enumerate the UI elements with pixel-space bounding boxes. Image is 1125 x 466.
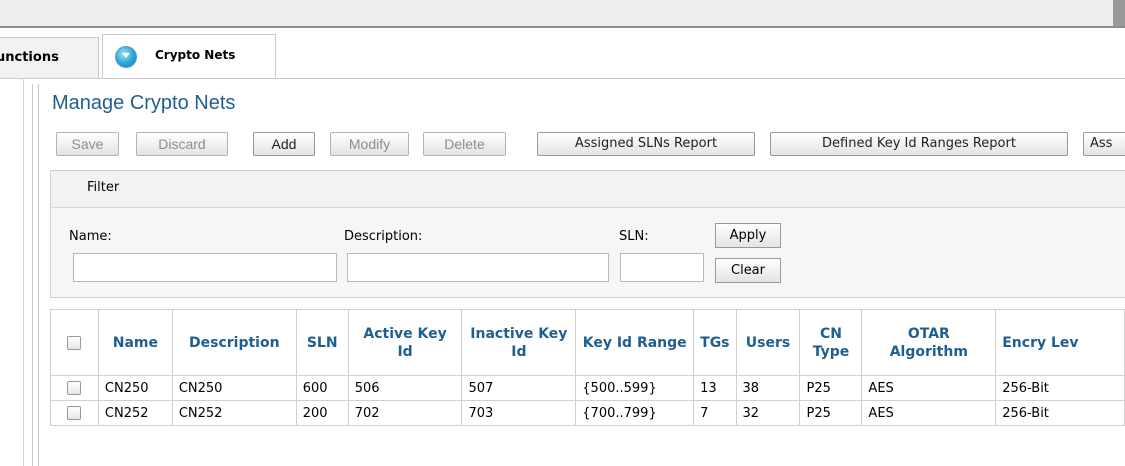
table-cell: CN250 (97, 375, 173, 401)
table-header-row: Name Description SLN Active Key Id Inact… (50, 309, 1125, 376)
column-header[interactable]: TGs (693, 309, 737, 376)
delete-button[interactable]: Delete (423, 132, 506, 156)
tab-crypto-nets[interactable]: Crypto Nets (102, 34, 276, 78)
table-cell: 256-Bit (995, 400, 1125, 426)
row-checkbox[interactable] (67, 406, 82, 420)
table-cell: 32 (735, 400, 801, 426)
table-cell: 13 (693, 375, 737, 401)
row-checkbox[interactable] (67, 381, 82, 395)
save-button[interactable]: Save (56, 132, 119, 156)
table-cell: 702 (347, 400, 463, 426)
assigned-report-button[interactable]: Ass (1083, 132, 1125, 156)
filter-title: Filter (87, 180, 120, 195)
table-cell: {700..799} (575, 400, 695, 426)
column-header[interactable]: Key Id Range (575, 309, 695, 376)
column-header[interactable]: SLN (295, 309, 349, 376)
table-cell: 507 (461, 375, 577, 401)
left-divider (23, 78, 24, 466)
table-cell: 600 (295, 375, 349, 401)
column-header[interactable]: Inactive Key Id (461, 309, 577, 376)
column-header[interactable]: Description (171, 309, 297, 376)
table-cell: 256-Bit (995, 375, 1125, 401)
column-header[interactable]: Users (735, 309, 801, 376)
table-cell: {500..599} (575, 375, 695, 401)
page-title: Manage Crypto Nets (52, 92, 236, 114)
defined-key-id-ranges-report-button[interactable]: Defined Key Id Ranges Report (770, 132, 1068, 156)
column-header[interactable]: Encry Lev (995, 309, 1125, 376)
table-cell: 506 (347, 375, 463, 401)
table-cell: 7 (693, 400, 737, 426)
add-button[interactable]: Add (253, 132, 315, 156)
crypto-nets-table: Name Description SLN Active Key Id Inact… (50, 309, 1125, 426)
table-cell: AES (861, 400, 997, 426)
chevron-down-circle-icon (115, 46, 137, 68)
table-cell: CN252 (97, 400, 173, 426)
table-cell: 703 (461, 400, 577, 426)
name-input[interactable] (73, 253, 337, 282)
table-cell: CN252 (171, 400, 297, 426)
window-top-bar (0, 0, 1125, 28)
discard-button[interactable]: Discard (136, 132, 228, 156)
tab-functions-label: unctions (0, 50, 59, 65)
description-input[interactable] (347, 253, 609, 282)
table-cell: P25 (799, 400, 863, 426)
row-checkbox-cell (50, 400, 99, 426)
table-cell: AES (861, 375, 997, 401)
select-all-checkbox-cell (50, 309, 99, 376)
left-divider (38, 84, 39, 466)
table-cell: P25 (799, 375, 863, 401)
column-header[interactable]: Name (97, 309, 173, 376)
sln-label: SLN: (619, 229, 649, 244)
table-row[interactable]: CN252 CN252 200 702 703 {700..799} 7 32 … (50, 400, 1125, 426)
scrollbar-corner (1113, 0, 1125, 26)
tab-functions[interactable]: unctions (0, 37, 99, 78)
column-header[interactable]: OTAR Algorithm (861, 309, 997, 376)
table-cell: 200 (295, 400, 349, 426)
modify-button[interactable]: Modify (330, 132, 409, 156)
assigned-slns-report-button[interactable]: Assigned SLNs Report (537, 132, 755, 156)
column-header[interactable]: CN Type (799, 309, 863, 376)
row-checkbox-cell (50, 375, 99, 401)
left-divider (32, 84, 33, 466)
column-header[interactable]: Active Key Id (347, 309, 463, 376)
sln-input[interactable] (620, 253, 704, 282)
table-row[interactable]: CN250 CN250 600 506 507 {500..599} 13 38… (50, 375, 1125, 401)
filter-header[interactable]: Filter (51, 171, 1125, 208)
filter-panel: Filter Name: Description: SLN: Apply Cle… (50, 170, 1125, 298)
name-label: Name: (69, 229, 112, 244)
table-cell: CN250 (171, 375, 297, 401)
clear-button[interactable]: Clear (715, 258, 781, 283)
table-cell: 38 (735, 375, 801, 401)
select-all-checkbox[interactable] (67, 335, 82, 350)
description-label: Description: (344, 229, 423, 244)
apply-button[interactable]: Apply (715, 223, 781, 248)
tab-crypto-nets-label: Crypto Nets (155, 48, 236, 62)
crypto-nets-table-wrap: Name Description SLN Active Key Id Inact… (50, 309, 1125, 444)
